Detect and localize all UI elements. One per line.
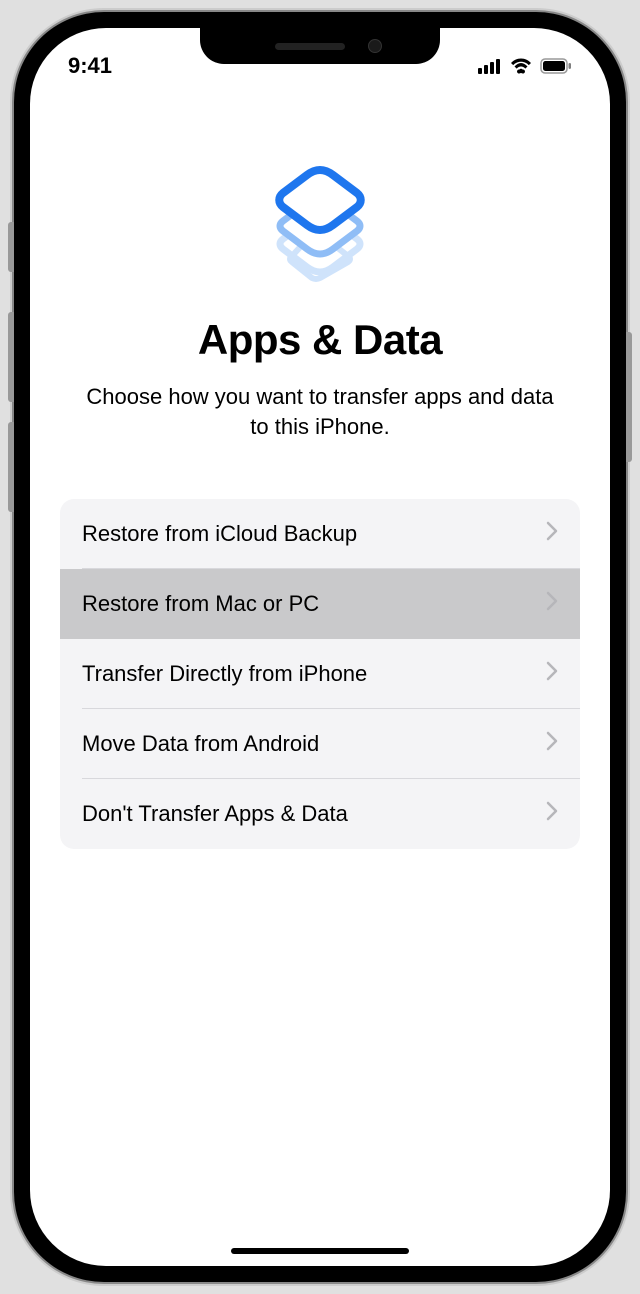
options-list: Restore from iCloud Backup Restore from …: [60, 499, 580, 849]
screen: 9:41: [30, 28, 610, 1266]
option-label: Restore from Mac or PC: [82, 591, 319, 617]
mute-switch: [8, 222, 14, 272]
volume-down-button: [8, 422, 14, 512]
option-label: Restore from iCloud Backup: [82, 521, 357, 547]
chevron-right-icon: [546, 521, 558, 547]
chevron-right-icon: [546, 731, 558, 757]
chevron-right-icon: [546, 661, 558, 687]
option-move-android[interactable]: Move Data from Android: [60, 709, 580, 779]
front-camera: [368, 39, 382, 53]
page-subtitle: Choose how you want to transfer apps and…: [60, 382, 580, 441]
option-restore-icloud[interactable]: Restore from iCloud Backup: [60, 499, 580, 569]
chevron-right-icon: [546, 801, 558, 827]
chevron-right-icon: [546, 591, 558, 617]
wifi-icon: [510, 58, 532, 74]
home-indicator[interactable]: [231, 1248, 409, 1254]
option-label: Transfer Directly from iPhone: [82, 661, 367, 687]
battery-icon: [540, 58, 572, 74]
option-dont-transfer[interactable]: Don't Transfer Apps & Data: [60, 779, 580, 849]
apps-data-icon: [60, 146, 580, 286]
speaker-grille: [275, 43, 345, 50]
page-title: Apps & Data: [60, 316, 580, 364]
notch: [200, 28, 440, 64]
phone-frame: 9:41: [14, 12, 626, 1282]
power-button: [626, 332, 632, 462]
content: Apps & Data Choose how you want to trans…: [30, 86, 610, 849]
cellular-icon: [478, 58, 502, 74]
option-restore-mac-pc[interactable]: Restore from Mac or PC: [60, 569, 580, 639]
option-label: Move Data from Android: [82, 731, 319, 757]
status-time: 9:41: [68, 53, 112, 79]
status-right: [478, 58, 572, 74]
option-transfer-iphone[interactable]: Transfer Directly from iPhone: [60, 639, 580, 709]
volume-up-button: [8, 312, 14, 402]
option-label: Don't Transfer Apps & Data: [82, 801, 348, 827]
